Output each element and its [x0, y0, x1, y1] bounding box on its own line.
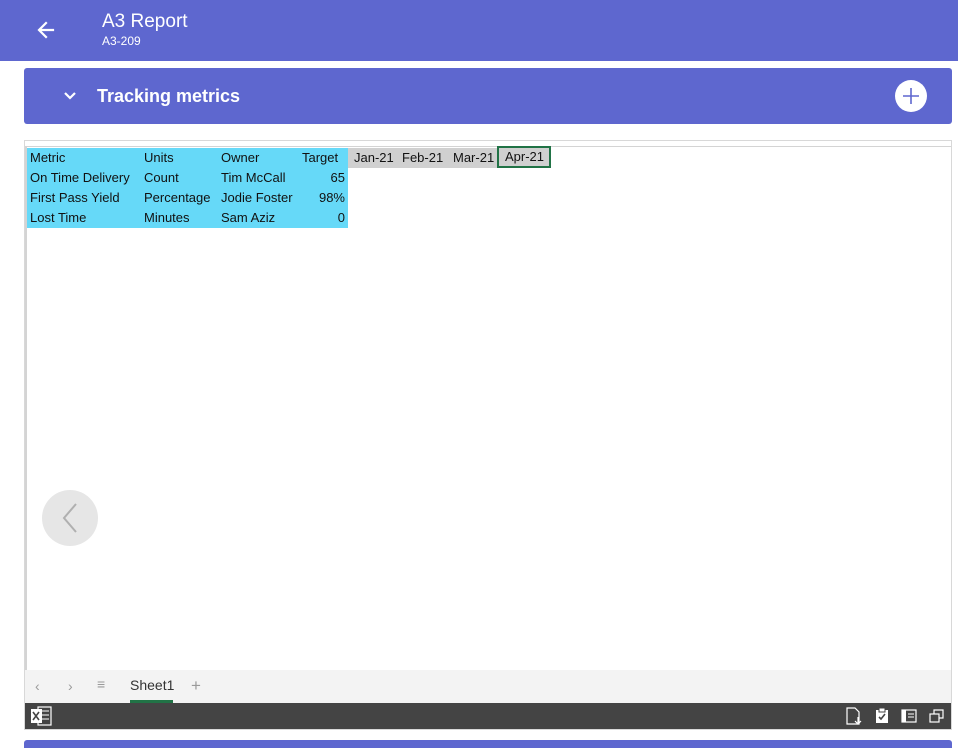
header-cell-units[interactable]: Units	[141, 148, 218, 168]
chevron-left-icon[interactable]: ‹	[35, 678, 40, 694]
chevron-left-icon	[62, 503, 77, 533]
excel-logo-icon[interactable]	[30, 706, 52, 726]
owner-cell[interactable]: Tim McCall	[218, 168, 298, 188]
expand-toggle[interactable]	[58, 84, 82, 108]
header-cell-month[interactable]: Feb-21	[397, 148, 448, 168]
owner-cell[interactable]: Jodie Foster	[218, 188, 298, 208]
excel-embed: Metric Units Owner Target Jan-21 Feb-21 …	[24, 140, 952, 730]
add-sheet-icon[interactable]: +	[191, 676, 201, 696]
app-header: A3 Report A3-209	[0, 0, 958, 61]
header-cell-month[interactable]: Jan-21	[348, 148, 397, 168]
back-button[interactable]	[30, 14, 62, 46]
section-title: Tracking metrics	[97, 86, 241, 106]
header-cell-target[interactable]: Target	[298, 148, 348, 168]
popout-window-icon[interactable]	[928, 707, 946, 725]
units-cell[interactable]: Percentage	[141, 188, 218, 208]
metric-cell[interactable]: First Pass Yield	[27, 188, 141, 208]
chevron-right-icon[interactable]: ›	[68, 678, 73, 694]
tab-sheet1[interactable]: Sheet1	[130, 670, 174, 703]
header-cell-month[interactable]: Mar-21	[448, 148, 497, 168]
previous-button[interactable]	[42, 490, 98, 546]
chevron-down-icon	[64, 92, 76, 100]
spreadsheet-grid[interactable]: Metric Units Owner Target Jan-21 Feb-21 …	[25, 146, 951, 670]
sheet-tabs-bar: ‹ › ≡ Sheet1 +	[25, 670, 951, 703]
excel-status-bar	[25, 703, 951, 729]
arrow-left-icon	[37, 21, 55, 39]
header-cell-metric[interactable]: Metric	[27, 148, 141, 168]
tracking-metrics-section: Tracking metrics	[24, 68, 952, 124]
selected-cell[interactable]: Apr-21	[497, 146, 551, 168]
next-section-bar	[24, 740, 952, 748]
page-subtitle: A3-209	[102, 34, 141, 48]
target-cell[interactable]: 65	[298, 168, 348, 188]
clipboard-check-icon[interactable]	[873, 707, 891, 725]
sheet-list-icon[interactable]: ≡	[97, 676, 105, 692]
download-document-icon[interactable]	[845, 707, 863, 725]
units-cell[interactable]: Count	[141, 168, 218, 188]
plus-icon	[903, 88, 919, 104]
target-cell[interactable]: 98%	[298, 188, 348, 208]
header-cell-owner[interactable]: Owner	[218, 148, 298, 168]
page-title: A3 Report	[102, 11, 188, 32]
reading-view-icon[interactable]	[900, 707, 918, 725]
units-cell[interactable]: Minutes	[141, 208, 218, 228]
owner-cell[interactable]: Sam Aziz	[218, 208, 298, 228]
add-metric-button[interactable]	[895, 80, 927, 112]
target-cell[interactable]: 0	[298, 208, 348, 228]
metric-cell[interactable]: Lost Time	[27, 208, 141, 228]
metric-cell[interactable]: On Time Delivery	[27, 168, 141, 188]
